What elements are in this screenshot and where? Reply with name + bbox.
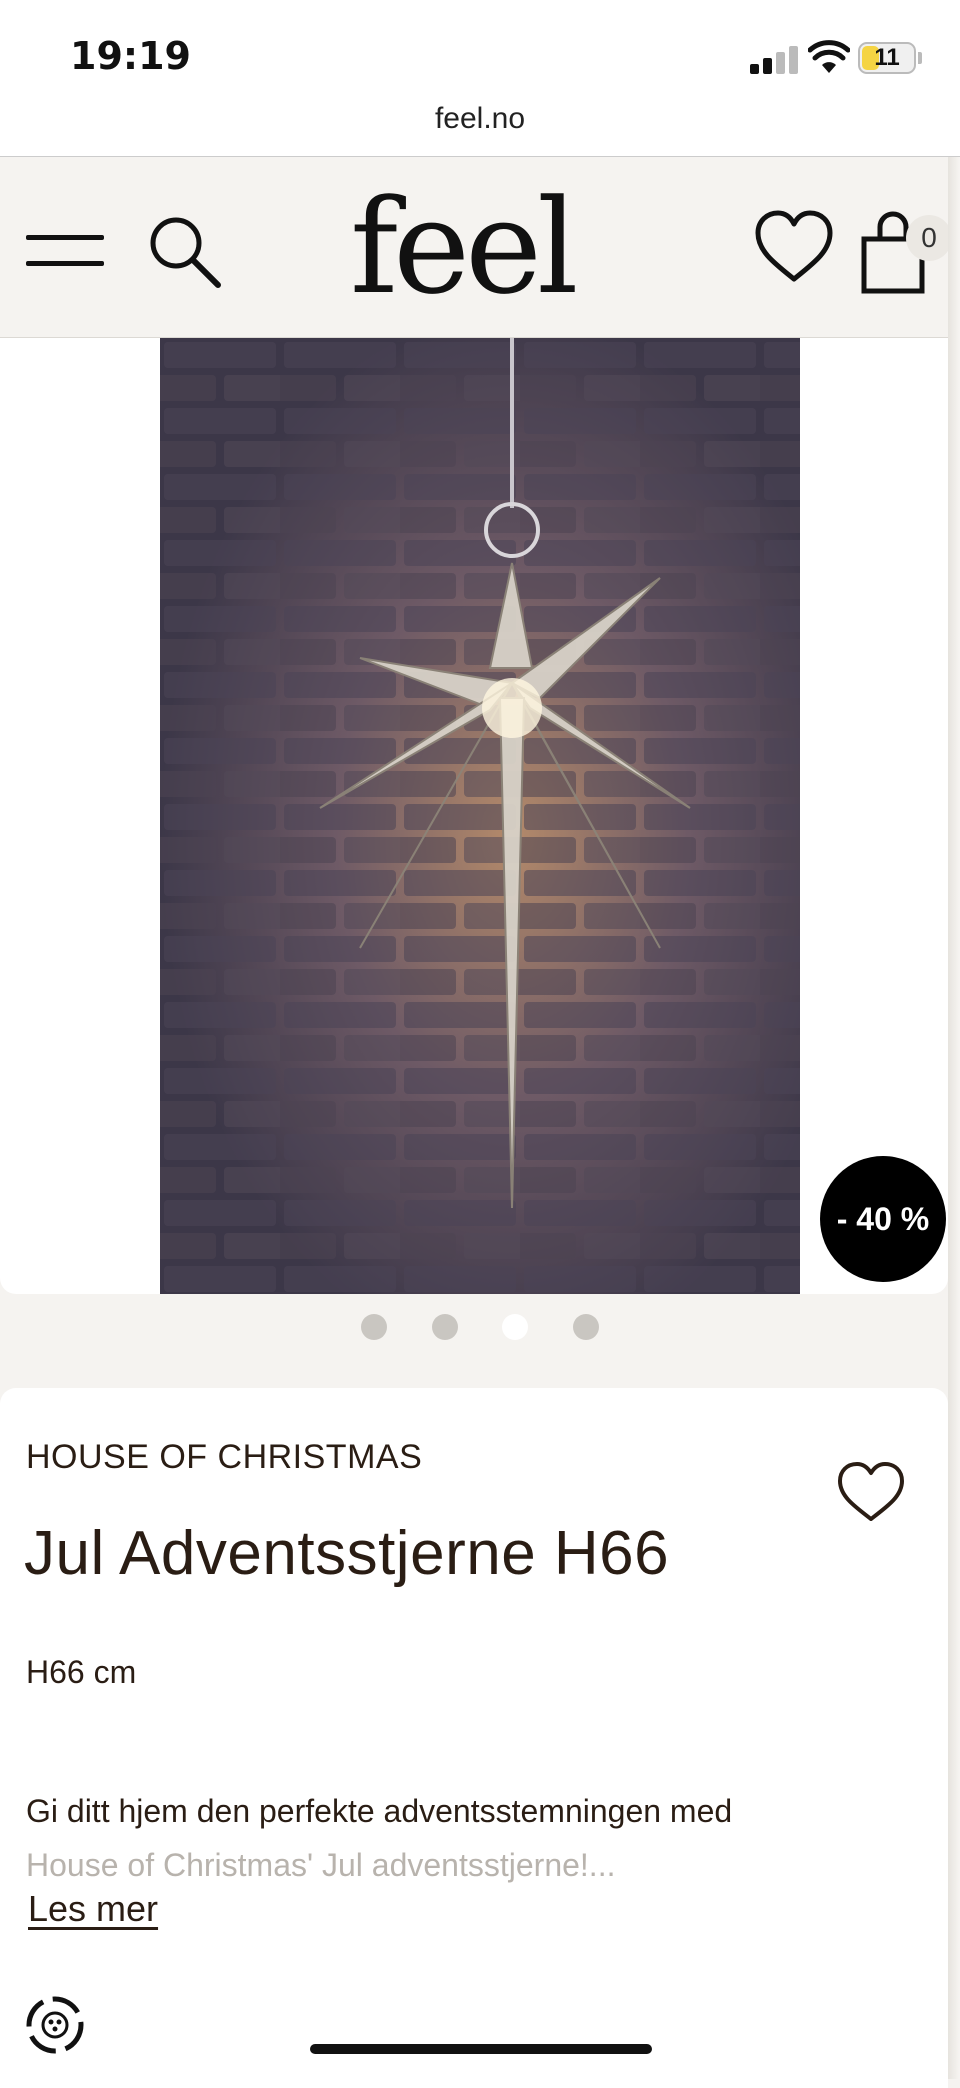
product-gallery[interactable] — [0, 338, 948, 1294]
accessibility-icon[interactable] — [18, 1988, 92, 2062]
description-line-faded: House of Christmas' Jul adventsstjerne!.… — [26, 1847, 616, 1883]
discount-badge: - 40 % — [820, 1156, 946, 1282]
status-time: 19:19 — [70, 34, 191, 78]
menu-icon[interactable] — [26, 227, 106, 277]
product-dimension: H66 cm — [26, 1654, 137, 1690]
cart-count-badge: 0 — [906, 215, 952, 261]
gallery-dot[interactable] — [572, 1314, 599, 1340]
status-bar: 19:19 11 — [0, 0, 960, 100]
read-more-link[interactable]: Les mer — [28, 1888, 158, 1930]
gallery-dot-active[interactable] — [502, 1314, 529, 1340]
gallery-pagination — [0, 1314, 960, 1342]
description-line: Gi ditt hjem den perfekte adventsstemnin… — [26, 1793, 733, 1829]
heart-icon[interactable] — [836, 1460, 906, 1524]
product-brand[interactable]: HOUSE OF CHRISTMAS — [26, 1438, 422, 1477]
url-text: feel.no — [434, 102, 526, 135]
battery-level: 11 — [874, 44, 900, 71]
gallery-dot[interactable] — [431, 1314, 458, 1340]
home-indicator[interactable] — [310, 2044, 652, 2054]
site-logo[interactable]: feel — [350, 177, 579, 317]
gallery-dot[interactable] — [361, 1314, 388, 1340]
product-title: Jul Adventsstjerne H66 — [24, 1519, 670, 1588]
cellular-signal-icon — [750, 44, 800, 74]
product-info-card: HOUSE OF CHRISTMAS Jul Adventsstjerne H6… — [0, 1388, 948, 2088]
search-icon[interactable] — [146, 213, 222, 289]
battery-tip — [918, 52, 922, 64]
product-description: Gi ditt hjem den perfekte adventsstemnin… — [26, 1784, 946, 1892]
address-bar[interactable]: feel.no — [0, 100, 960, 157]
scroll-edge — [948, 157, 960, 2079]
site-header: feel 0 — [0, 157, 960, 338]
battery-icon: 11 — [858, 42, 916, 74]
wifi-icon — [808, 40, 850, 73]
heart-icon[interactable] — [754, 209, 834, 285]
product-image[interactable] — [160, 338, 800, 1294]
